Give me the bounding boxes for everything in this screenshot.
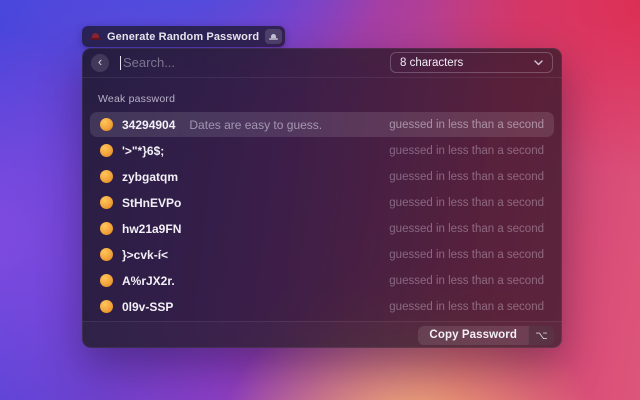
workflow-title-pill[interactable]: Generate Random Password (82, 26, 285, 47)
password-length-dropdown[interactable]: 8 characters (390, 52, 553, 73)
password-row[interactable]: StHnEVPo guessed in less than a second (90, 190, 554, 215)
password-text: '>"*}6$; (122, 144, 164, 158)
password-row[interactable]: 0l9v-SSP guessed in less than a second (90, 294, 554, 319)
guess-time-label: guessed in less than a second (389, 145, 544, 157)
password-row[interactable]: }>cvk-í< guessed in less than a second (90, 242, 554, 267)
weak-strength-icon (100, 170, 113, 183)
weak-strength-icon (100, 144, 113, 157)
password-row[interactable]: '>"*}6$; guessed in less than a second (90, 138, 554, 163)
password-text: }>cvk-í< (122, 248, 168, 262)
guess-time-label: guessed in less than a second (389, 197, 544, 209)
action-bar: Copy Password ⌥ (82, 321, 562, 348)
back-button[interactable]: ‹ (91, 54, 109, 72)
option-key-icon: ⌥ (528, 326, 554, 345)
search-bar: ‹ Search... 8 characters (82, 48, 562, 78)
weak-strength-icon (100, 196, 113, 209)
password-row[interactable]: hw21a9FN guessed in less than a second (90, 216, 554, 241)
workflow-title: Generate Random Password (107, 31, 259, 43)
guess-time-label: guessed in less than a second (389, 249, 544, 261)
password-row[interactable]: zybgatqm guessed in less than a second (90, 164, 554, 189)
guess-time-label: guessed in less than a second (389, 301, 544, 313)
bowler-hat-icon (90, 32, 101, 41)
desktop-background: Generate Random Password ‹ Search... 8 c… (0, 0, 640, 400)
copy-password-label: Copy Password (418, 326, 528, 345)
guess-time-label: guessed in less than a second (389, 119, 544, 131)
dropdown-selected-value: 8 characters (400, 57, 463, 69)
password-text: zybgatqm (122, 170, 178, 184)
password-text: StHnEVPo (122, 196, 181, 210)
chevron-down-icon (534, 60, 543, 66)
password-text: hw21a9FN (122, 222, 181, 236)
copy-password-button[interactable]: Copy Password ⌥ (418, 326, 554, 345)
password-text: A%rJX2r. (122, 274, 175, 288)
weak-strength-icon (100, 222, 113, 235)
password-text: 0l9v-SSP (122, 300, 173, 314)
password-generator-window: ‹ Search... 8 characters Weak password 3… (82, 48, 562, 348)
bowler-hat-icon (269, 33, 278, 40)
password-text: 34294904 (122, 118, 175, 132)
weak-strength-icon (100, 118, 113, 131)
password-note: Dates are easy to guess. (189, 118, 322, 132)
back-chevron-icon: ‹ (98, 55, 102, 68)
weak-strength-icon (100, 274, 113, 287)
results-list: Weak password 34294904 Dates are easy to… (82, 78, 562, 321)
text-cursor (120, 56, 121, 70)
guess-time-label: guessed in less than a second (389, 275, 544, 287)
search-input[interactable]: Search... (123, 55, 175, 70)
guess-time-label: guessed in less than a second (389, 171, 544, 183)
weak-strength-icon (100, 300, 113, 313)
keyword-chip (265, 29, 282, 44)
password-row[interactable]: A%rJX2r. guessed in less than a second (90, 268, 554, 293)
guess-time-label: guessed in less than a second (389, 223, 544, 235)
weak-strength-icon (100, 248, 113, 261)
section-header: Weak password (98, 93, 546, 105)
password-row[interactable]: 34294904 Dates are easy to guess. guesse… (90, 112, 554, 137)
